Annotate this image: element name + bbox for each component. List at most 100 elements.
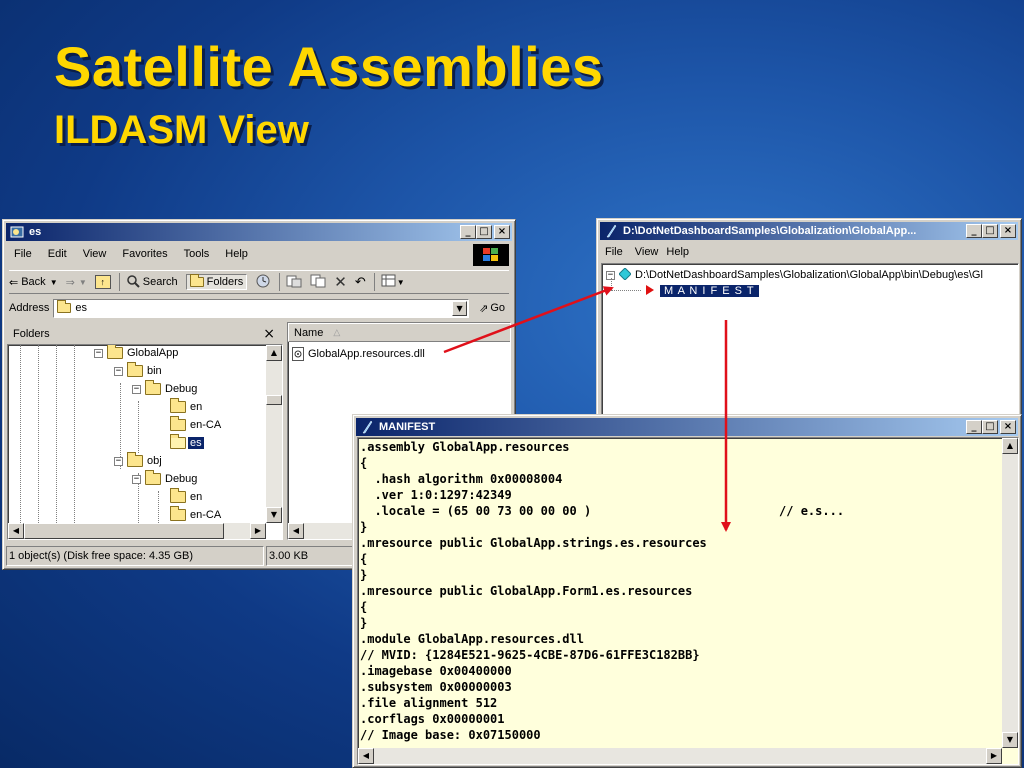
menu-favorites[interactable]: Favorites [114, 248, 175, 260]
history-button[interactable] [255, 273, 271, 292]
back-dropdown-icon[interactable]: ▼ [50, 278, 58, 287]
folders-icon [189, 274, 204, 287]
scroll-right-button[interactable]: ▶ [986, 748, 1002, 764]
manifest-line: // MVID: {1284E521-9625-4CBE-87D6-61FFE3… [360, 648, 700, 662]
go-button[interactable]: ⇗ Go [479, 302, 505, 315]
back-label: Back [21, 276, 46, 288]
tree-item-bin[interactable]: − bin [114, 362, 162, 379]
status-objects-text: 1 object(s) (Disk free space: 4.35 GB) [9, 550, 194, 562]
tree-item-globalapp[interactable]: − GlobalApp [94, 345, 178, 361]
tree-item-es[interactable]: es [170, 434, 205, 451]
menu-file[interactable]: File [6, 248, 40, 260]
forward-button[interactable]: ⇒ ▼ [66, 276, 87, 289]
explorer-title: es [29, 226, 42, 238]
scroll-down-button[interactable]: ▼ [1002, 732, 1018, 748]
scroll-up-button[interactable]: ▲ [1002, 438, 1018, 454]
tree-label: bin [147, 365, 162, 377]
ildasm-titlebar[interactable]: D:\DotNetDashboardSamples\Globalization\… [600, 222, 1018, 240]
scroll-hthumb[interactable] [24, 523, 224, 539]
manifest-titlebar[interactable]: MANIFEST _ □ × [356, 418, 1018, 436]
close-button[interactable]: × [1000, 224, 1016, 238]
manifest-triangle-icon [646, 284, 654, 298]
up-folder-icon: ↑ [94, 275, 111, 289]
address-dropdown-button[interactable]: ▼ [452, 300, 468, 316]
manifest-line: { [360, 600, 368, 614]
scroll-down-button[interactable]: ▼ [266, 507, 282, 523]
tree-item-obj-en[interactable]: en [170, 488, 202, 505]
tree-item-debug[interactable]: − Debug [132, 380, 198, 397]
move-to-icon [286, 274, 302, 291]
collapse-icon[interactable]: − [114, 366, 123, 376]
windows-logo [473, 244, 509, 266]
tree-item-en-ca[interactable]: en-CA [170, 416, 221, 433]
tree-root-assembly[interactable]: − D:\DotNetDashboardSamples\Globalizatio… [606, 266, 983, 283]
explorer-titlebar[interactable]: es _ □ × [6, 223, 512, 241]
diamond-icon [618, 266, 632, 283]
close-button[interactable]: × [1000, 420, 1016, 434]
scroll-left-button[interactable]: ◀ [8, 523, 24, 539]
undo-button[interactable]: ↶ [355, 275, 366, 290]
folder-icon [145, 380, 161, 395]
maximize-button[interactable]: □ [476, 225, 492, 239]
tree-item-obj-debug[interactable]: − Debug [132, 470, 197, 487]
maximize-button[interactable]: □ [982, 224, 998, 238]
scroll-thumb[interactable] [266, 395, 282, 405]
collapse-icon[interactable]: − [132, 474, 141, 484]
file-row[interactable]: GlobalApp.resources.dll [292, 347, 425, 361]
copy-to-button[interactable] [310, 274, 326, 291]
menu-edit[interactable]: Edit [40, 248, 75, 260]
copy-to-icon [310, 274, 326, 291]
close-button[interactable]: × [494, 225, 510, 239]
maximize-button[interactable]: □ [982, 420, 998, 434]
search-icon [126, 274, 140, 291]
file-name: GlobalApp.resources.dll [308, 348, 425, 360]
scroll-left-button[interactable]: ◀ [358, 748, 374, 764]
manifest-window: MANIFEST _ □ × .assembly GlobalApp.resou… [352, 414, 1022, 768]
tree-vertical-scrollbar[interactable]: ▲ ▼ [266, 345, 282, 523]
search-button[interactable]: Search [126, 274, 178, 291]
minimize-button[interactable]: _ [460, 225, 476, 239]
manifest-line: } [360, 520, 368, 534]
tree-item-obj-en-ca[interactable]: en-CA [170, 506, 221, 523]
scroll-left-button[interactable]: ◀ [288, 523, 304, 539]
folders-pane-close-icon[interactable]: × [263, 326, 275, 342]
tree-item-en[interactable]: en [170, 398, 202, 415]
tree-label: obj [147, 455, 162, 467]
delete-button[interactable]: ✕ [334, 273, 347, 291]
minimize-button[interactable]: _ [966, 224, 982, 238]
views-button[interactable]: ▼ [381, 274, 405, 291]
tree-item-manifest[interactable]: M A N I F E S T [646, 283, 759, 299]
folders-button[interactable]: Folders [185, 274, 248, 290]
manifest-line: .module GlobalApp.resources.dll [360, 632, 584, 646]
menu-file[interactable]: File [597, 246, 631, 258]
folders-label: Folders [206, 276, 244, 288]
manifest-vertical-scrollbar[interactable]: ▲ ▼ [1002, 438, 1018, 748]
manifest-line: .hash algorithm 0x00008004 [360, 472, 563, 486]
address-input[interactable]: es ▼ [53, 298, 470, 318]
move-to-button[interactable] [286, 274, 302, 291]
tree-item-obj[interactable]: − obj [114, 452, 162, 469]
tree-label: Debug [165, 383, 198, 395]
tree-horizontal-scrollbar[interactable]: ◀ ▶ [8, 523, 266, 539]
menu-view[interactable]: View [631, 246, 663, 258]
forward-arrow-icon: ⇒ [65, 275, 75, 289]
manifest-title: MANIFEST [379, 421, 436, 433]
column-header-name[interactable]: Name △ [288, 323, 510, 342]
back-button[interactable]: ⇐ Back ▼ [9, 276, 58, 289]
minimize-button[interactable]: _ [966, 420, 982, 434]
menu-help[interactable]: Help [662, 246, 693, 258]
menu-help[interactable]: Help [217, 248, 256, 260]
collapse-icon[interactable]: − [114, 456, 123, 466]
folder-icon [145, 470, 161, 485]
menu-view[interactable]: View [75, 248, 115, 260]
manifest-text-area[interactable]: .assembly GlobalApp.resources { .hash alg… [357, 437, 1019, 765]
scroll-up-button[interactable]: ▲ [266, 345, 282, 361]
folder-icon [107, 345, 123, 359]
scroll-right-button[interactable]: ▶ [250, 523, 266, 539]
menu-tools[interactable]: Tools [176, 248, 218, 260]
views-icon [381, 274, 397, 291]
up-folder-button[interactable]: ↑ [94, 275, 111, 289]
collapse-icon[interactable]: − [132, 384, 141, 394]
manifest-horizontal-scrollbar[interactable]: ◀ ▶ [358, 748, 1002, 764]
collapse-icon[interactable]: − [94, 348, 103, 358]
